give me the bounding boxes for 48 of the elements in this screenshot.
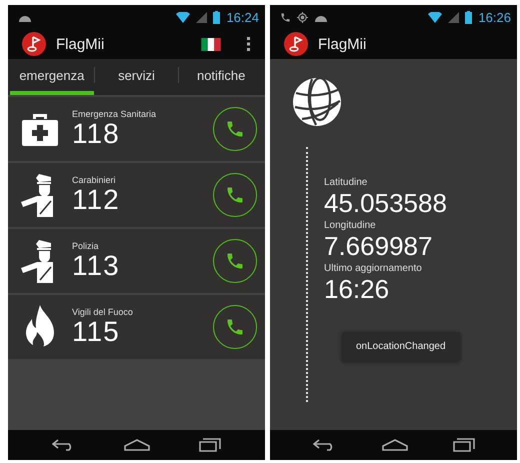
globe-icon (292, 77, 342, 127)
phone-number: 115 (72, 317, 121, 347)
wifi-icon (176, 12, 190, 22)
phone-icon (225, 317, 245, 337)
service-name: Carabinieri (72, 175, 117, 185)
wifi-icon (428, 12, 442, 22)
recent-apps-icon[interactable] (198, 438, 221, 452)
battery-icon (213, 10, 220, 24)
home-icon[interactable] (124, 439, 150, 451)
service-name: Emergenza Sanitaria (72, 109, 158, 119)
phone-icon (225, 185, 245, 205)
field-value: 45.053588 (324, 188, 448, 218)
call-button[interactable] (213, 305, 257, 349)
battery-icon (465, 10, 472, 24)
call-button[interactable] (213, 173, 257, 217)
phone-icon (225, 251, 245, 271)
field-label: Latitudine (324, 177, 368, 188)
phone-icon (225, 119, 245, 139)
phone-number: 112 (72, 185, 121, 215)
app-logo-icon (284, 32, 308, 56)
status-time: 16:26 (478, 10, 511, 24)
field-value: 16:26 (324, 274, 390, 304)
call-button[interactable] (213, 107, 257, 151)
tab[interactable]: notifiche (179, 59, 264, 95)
service-name: Vigili del Fuoco (72, 307, 134, 317)
overflow-menu-icon[interactable] (247, 37, 251, 51)
call-button[interactable] (213, 239, 257, 283)
field-label: Longitudine (324, 220, 377, 231)
phone-icon (280, 12, 291, 22)
status-time: 16:24 (226, 10, 259, 24)
phone-number: 118 (72, 119, 121, 149)
field-label: Ultimo aggiornamento (324, 263, 423, 274)
signal-icon (196, 12, 208, 22)
app-title: FlagMii (318, 36, 368, 52)
home-icon[interactable] (382, 439, 408, 451)
service-name: Polizia (72, 241, 100, 251)
recent-apps-icon[interactable] (452, 438, 474, 452)
gps-icon (297, 12, 308, 22)
tab[interactable]: servizi (94, 59, 178, 95)
phone-number: 113 (72, 251, 121, 281)
flag-icon[interactable] (201, 38, 221, 50)
signal-icon (448, 12, 460, 22)
app-title: FlagMii (56, 36, 106, 52)
first-aid-kit-icon (21, 111, 59, 147)
toast-message: onLocationChanged (342, 332, 460, 361)
app-logo-icon (22, 32, 46, 56)
field-value: 7.669987 (324, 231, 434, 261)
flame-icon (23, 304, 57, 350)
